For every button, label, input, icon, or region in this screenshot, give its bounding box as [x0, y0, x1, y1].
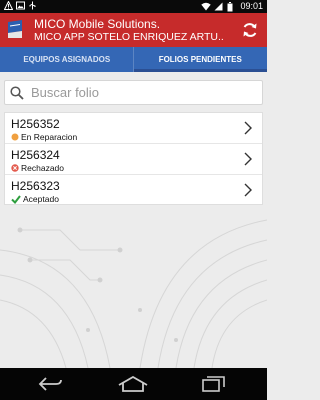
signal-icon	[214, 2, 223, 11]
wifi-icon	[201, 2, 212, 11]
search-box	[4, 80, 263, 105]
folio-id: H256323	[11, 179, 60, 193]
tab-folios-pendientes[interactable]: FOLIOS PENDIENTES	[133, 47, 268, 72]
circuit-background	[0, 219, 267, 368]
orange-dot-icon	[11, 133, 19, 141]
search-icon	[10, 85, 24, 100]
folio-id: H256324	[11, 148, 60, 162]
search-input[interactable]	[31, 85, 251, 100]
status-bar: 09:01	[0, 0, 267, 13]
folio-list: H256352 En Reparacion H256324 Rechazado …	[4, 112, 263, 205]
folio-row[interactable]: H256324 Rechazado	[5, 144, 262, 175]
tab-equipos-asignados[interactable]: EQUIPOS ASIGNADOS	[0, 47, 134, 72]
app-title: MICO Mobile Solutions.	[34, 17, 161, 31]
folio-row[interactable]: H256352 En Reparacion	[5, 113, 262, 144]
battery-icon	[227, 1, 236, 11]
folio-status-label: Rechazado	[21, 163, 65, 173]
folio-status: En Reparacion	[11, 132, 77, 142]
folio-status-label: En Reparacion	[21, 132, 78, 142]
image-icon	[16, 1, 25, 10]
home-icon[interactable]	[117, 376, 149, 392]
folio-id: H256352	[11, 117, 60, 131]
app-subtitle: MICO APP SOTELO ENRIQUEZ ARTU...	[34, 31, 224, 43]
red-x-icon	[11, 164, 19, 172]
warning-icon	[3, 0, 14, 10]
system-nav-bar	[0, 368, 267, 400]
status-time: 09:01	[240, 1, 263, 11]
recent-apps-icon[interactable]	[201, 376, 227, 392]
tab-divider	[133, 47, 134, 72]
chevron-right-icon[interactable]	[244, 152, 252, 166]
chevron-right-icon[interactable]	[244, 183, 252, 197]
folio-status: Rechazado	[11, 163, 64, 173]
back-icon[interactable]	[38, 376, 64, 392]
usb-icon	[28, 1, 37, 10]
refresh-icon[interactable]	[241, 21, 259, 39]
app-header: MICO Mobile Solutions. MICO APP SOTELO E…	[0, 13, 267, 47]
app-logo-icon	[6, 19, 24, 39]
chevron-right-icon[interactable]	[244, 121, 252, 135]
